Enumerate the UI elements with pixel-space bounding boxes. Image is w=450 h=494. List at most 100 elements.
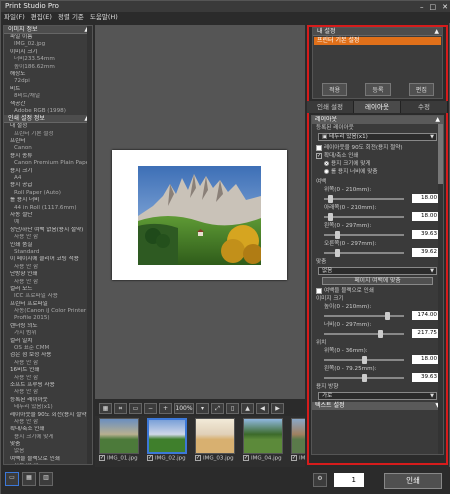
collapse-icon[interactable]: ▲ (435, 116, 440, 124)
layout-header[interactable]: 레이아웃 ▲ (312, 116, 443, 124)
next-icon[interactable]: ▶ (271, 402, 284, 414)
full-view-icon[interactable]: ⤢ (211, 402, 224, 414)
my-settings-header[interactable]: 내 설정 ▲ (313, 28, 442, 36)
fit-roll-radio[interactable] (324, 169, 329, 174)
menu-help[interactable]: 도움말(H) (90, 12, 118, 23)
edit-button[interactable]: 편집 (408, 83, 434, 96)
fit-paper-option[interactable]: 용지 크기에 맞게 (312, 160, 443, 168)
slider-track[interactable] (324, 315, 404, 317)
fit-page-margin-button[interactable]: 페이지 여백에 맞춤 (322, 277, 433, 285)
menu-edit[interactable]: 편집(E) (31, 12, 52, 23)
page-icon[interactable]: ▯ (226, 402, 239, 414)
thumbnail-label[interactable]: ✓IMG_05. (291, 455, 305, 462)
slider-knob[interactable] (362, 374, 367, 382)
print-info-header[interactable]: 인쇄 설정 정보▲ (4, 115, 92, 124)
fit-icon[interactable]: ▭ (129, 402, 142, 414)
fit-roll-option[interactable]: 롤 용지 너비에 맞춤 (312, 168, 443, 176)
value-slider[interactable]: 18.00 (324, 355, 438, 365)
value-field[interactable]: 174.00 (412, 311, 438, 320)
slider-knob[interactable] (328, 213, 333, 221)
register-button[interactable]: 등록 (365, 83, 391, 96)
orientation-select[interactable]: 가로 ▼ (318, 392, 437, 400)
scroll-thumb[interactable] (438, 124, 443, 184)
thumbnail-checkbox[interactable]: ✓ (195, 455, 201, 461)
zoom-out-icon[interactable]: − (144, 402, 157, 414)
thumbnail-label[interactable]: ✓ IMG_02.jpg (147, 455, 187, 462)
rotate-option[interactable]: 레이아웃을 90도 회전(용지 절약) (312, 144, 443, 152)
value-slider[interactable]: 39.63 (324, 230, 438, 240)
list-view-icon[interactable]: ▥ (39, 472, 53, 486)
thumbnail-image[interactable] (195, 418, 235, 454)
thumbnail[interactable]: ✓ IMG_04.jpg (243, 418, 283, 464)
slider-track[interactable] (324, 216, 404, 218)
menu-sort[interactable]: 정렬 기준 (58, 12, 84, 23)
settings-gear-icon[interactable]: ⚙ (313, 473, 327, 487)
grid-view-icon[interactable]: ▦ (22, 472, 36, 486)
tab-print-settings[interactable]: 인쇄 설정 (307, 101, 354, 113)
fit-paper-radio[interactable] (324, 161, 329, 166)
thumbnail[interactable]: ✓ IMG_03.jpg (195, 418, 235, 464)
thumbnail-image[interactable] (147, 418, 187, 454)
rotate-checkbox[interactable] (316, 144, 322, 151)
fit-select[interactable]: 없음 ▼ (318, 267, 437, 275)
thumbnail-image[interactable] (99, 418, 139, 454)
text-settings-header[interactable]: 텍스트 설정▼ (312, 402, 443, 410)
left-scrollbar[interactable] (87, 26, 92, 464)
single-view-icon[interactable]: ▭ (5, 472, 19, 486)
thumbnail-view-icon[interactable]: ▦ (99, 402, 112, 414)
thumbnail[interactable]: ✓IMG_05. (291, 418, 305, 464)
black-margin-option[interactable]: 여백을 블랙으로 인쇄 (312, 287, 443, 295)
thumbnail-label[interactable]: ✓ IMG_01.jpg (99, 455, 139, 462)
tab-layout[interactable]: 레이아웃 (354, 101, 401, 113)
thumbnail-image[interactable] (243, 418, 283, 454)
copies-field[interactable]: 1 (334, 473, 364, 487)
value-slider[interactable]: 18.00 (324, 212, 438, 222)
value-field[interactable]: 39.63 (412, 373, 438, 382)
thumbnail-label[interactable]: ✓ IMG_03.jpg (195, 455, 235, 462)
image-info-header[interactable]: 이미지 정보▲ (4, 26, 92, 34)
value-field[interactable]: 18.00 (412, 212, 438, 221)
tab-correction[interactable]: 수정 (401, 101, 448, 113)
slider-knob[interactable] (335, 231, 340, 239)
thumbnail-checkbox[interactable]: ✓ (243, 455, 249, 461)
slider-knob[interactable] (362, 356, 367, 364)
slider-knob[interactable] (328, 195, 333, 203)
slider-track[interactable] (324, 333, 404, 335)
thumbnail-label[interactable]: ✓ IMG_04.jpg (243, 455, 283, 462)
layout-scrollbar[interactable] (438, 124, 443, 454)
apply-button[interactable]: 적용 (322, 83, 348, 96)
thumbnail-checkbox[interactable]: ✓ (291, 455, 297, 461)
my-settings-selected[interactable]: 프린터 기본 설정 (314, 37, 441, 45)
slider-knob[interactable] (335, 249, 340, 257)
zoom-level[interactable]: 100% (174, 402, 194, 414)
crop-icon[interactable]: ⌗ (114, 402, 127, 414)
registered-layout-select[interactable]: ▣ 테두리 있음(x1) ▼ (318, 133, 437, 141)
value-field[interactable]: 18.00 (412, 194, 438, 203)
value-slider[interactable]: 39.62 (324, 248, 438, 258)
thumbnail[interactable]: ✓ IMG_01.jpg (99, 418, 139, 464)
preview-photo[interactable] (138, 166, 261, 265)
value-field[interactable]: 39.63 (412, 230, 438, 239)
value-field[interactable]: 217.75 (412, 329, 438, 338)
value-field[interactable]: 39.62 (412, 248, 438, 257)
value-slider[interactable]: 39.63 (324, 373, 438, 383)
thumbnail-checkbox[interactable]: ✓ (147, 455, 153, 461)
value-slider[interactable]: 217.75 (324, 329, 438, 339)
collapse-icon[interactable]: ▲ (434, 28, 439, 36)
prev-icon[interactable]: ◀ (256, 402, 269, 414)
zoom-dropdown-icon[interactable]: ▾ (196, 402, 209, 414)
slider-track[interactable] (324, 198, 404, 200)
thumbnail-checkbox[interactable]: ✓ (99, 455, 105, 461)
value-field[interactable]: 18.00 (412, 355, 438, 364)
scale-checkbox[interactable]: ✓ (316, 152, 322, 159)
value-slider[interactable]: 174.00 (324, 311, 438, 321)
slider-knob[interactable] (378, 330, 383, 338)
scale-option[interactable]: ✓ 확대/축소 인쇄 (312, 152, 443, 160)
zoom-in-icon[interactable]: + (159, 402, 172, 414)
black-margin-checkbox[interactable] (316, 287, 322, 294)
slider-knob[interactable] (385, 312, 390, 320)
print-button[interactable]: 인쇄 (384, 473, 442, 489)
thumbnail-image[interactable] (291, 418, 305, 454)
thumbnail[interactable]: ✓ IMG_02.jpg (147, 418, 187, 464)
value-slider[interactable]: 18.00 (324, 194, 438, 204)
